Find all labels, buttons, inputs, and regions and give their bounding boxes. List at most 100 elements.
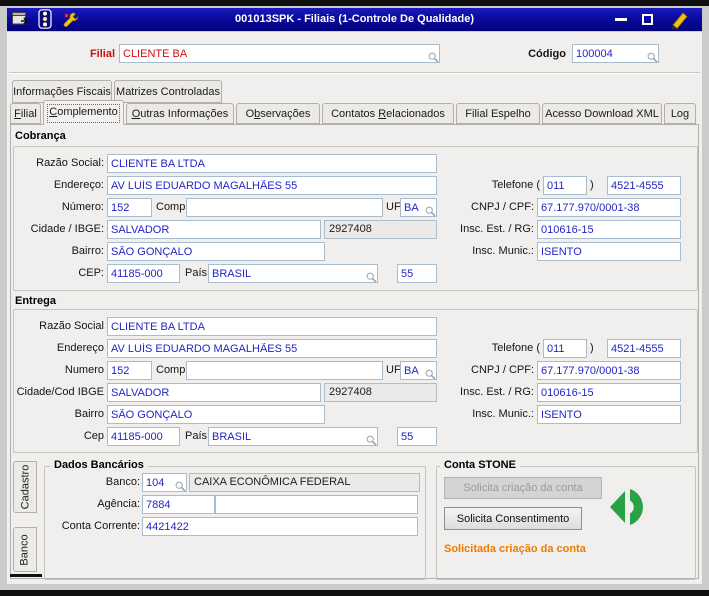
agencia-input[interactable] [142, 495, 215, 514]
banco-nome-readonly: CAIXA ECONÔMICA FEDERAL [189, 473, 420, 492]
cobranca-pais-cod-input[interactable] [397, 264, 437, 283]
titlebar[interactable]: 001013SPK - Filiais (1-Controle De Quali… [7, 8, 702, 31]
header-divider [9, 72, 700, 74]
entrega-cep-input[interactable] [107, 427, 180, 446]
magnifier-icon [366, 435, 377, 446]
pais-label: País [185, 267, 208, 279]
solicita-consentimento-button[interactable]: Solicita Consentimento [444, 507, 582, 530]
telefone-close-label: ) [590, 179, 594, 191]
entrega-pais-input[interactable] [208, 427, 378, 446]
stone-status-text: Solicitada criação da conta [444, 543, 586, 555]
entrega-insc-est-input[interactable] [537, 383, 681, 402]
entrega-numero-input[interactable] [107, 361, 152, 380]
numero-label: Numero [64, 364, 104, 376]
pais-label: País [185, 430, 208, 442]
insc-est-label: Insc. Est. / RG: [460, 223, 534, 235]
tab-matrizes-controladas[interactable]: Matrizes Controladas [114, 80, 222, 103]
side-tab-cadastro[interactable]: Cadastro [13, 461, 37, 513]
cobranca-compl-input[interactable] [186, 198, 383, 217]
tab-complemento[interactable]: Complemento [43, 100, 124, 125]
entrega-ibge-readonly: 2927408 [324, 383, 437, 402]
entrega-compl-input[interactable] [186, 361, 383, 380]
magnifier-icon [425, 369, 436, 380]
banco-label: Banco: [105, 476, 140, 488]
telefone-label: Telefone ( [491, 179, 540, 191]
entrega-cnpj-input[interactable] [537, 361, 681, 380]
tab-filial-espelho[interactable]: Filial Espelho [456, 103, 540, 124]
razao-social-label: Razão Social: [36, 157, 104, 169]
uf-label: UF [386, 364, 401, 376]
cobranca-uf-input[interactable] [400, 198, 437, 217]
maximize-icon[interactable] [642, 14, 653, 25]
cobranca-bairro-input[interactable] [107, 242, 325, 261]
window-title: 001013SPK - Filiais (1-Controle De Quali… [234, 13, 474, 25]
cobranca-telefone-input[interactable] [607, 176, 681, 195]
conta-corrente-input[interactable] [142, 517, 418, 536]
insc-est-label: Insc. Est. / RG: [460, 386, 534, 398]
cobranca-razao-social-input[interactable] [107, 154, 437, 173]
tab-observacoes[interactable]: Observações [236, 103, 320, 124]
insc-mun-label: Insc. Munic.: [472, 408, 534, 420]
telefone-label: Telefone ( [491, 342, 540, 354]
cnpj-label: CNPJ / CPF: [471, 364, 534, 376]
tab-log[interactable]: Log [664, 103, 696, 124]
cobranca-cidade-input[interactable] [107, 220, 321, 239]
cobranca-ibge-readonly: 2927408 [324, 220, 437, 239]
cobranca-cnpj-input[interactable] [537, 198, 681, 217]
cep-label: Cep [83, 430, 104, 442]
magnifier-icon [425, 206, 436, 217]
edit-pencil-icon[interactable] [667, 10, 689, 30]
tab-acesso-download-xml[interactable]: Acesso Download XML [542, 103, 662, 124]
dados-bancarios-title: Dados Bancários [50, 459, 148, 471]
razao-social-label: Razão Social [39, 320, 104, 332]
cidade-ibge-label: Cidade / IBGE: [30, 223, 104, 235]
telefone-close-label: ) [590, 342, 594, 354]
numero-label: Número: [61, 201, 104, 213]
entrega-cidade-input[interactable] [107, 383, 321, 402]
magnifier-icon [366, 272, 377, 283]
agencia-extra-input[interactable] [215, 495, 418, 514]
codigo-label: Código [528, 48, 566, 60]
side-tab-banco[interactable]: Banco [13, 527, 37, 572]
tab-filial[interactable]: Filial [10, 103, 41, 124]
entrega-pais-cod-input[interactable] [397, 427, 437, 446]
insc-mun-label: Insc. Munic.: [472, 245, 534, 257]
entrega-section-title: Entrega [15, 295, 56, 307]
tab-outras-informacoes[interactable]: Outras Informações [126, 103, 234, 124]
compl-label: Compl. [156, 201, 191, 213]
bairro-label: Bairro [74, 408, 104, 420]
agencia-label: Agência: [97, 498, 140, 510]
solicita-criacao-button[interactable]: Solicita criação da conta [444, 477, 602, 499]
cobranca-insc-est-input[interactable] [537, 220, 681, 239]
cobranca-ddd-input[interactable] [543, 176, 587, 195]
cep-label: CEP: [78, 267, 104, 279]
entrega-ddd-input[interactable] [543, 339, 587, 358]
entrega-telefone-input[interactable] [607, 339, 681, 358]
cobranca-cep-input[interactable] [107, 264, 180, 283]
filial-input[interactable] [119, 44, 440, 63]
endereco-label: Endereço [56, 342, 104, 354]
side-tab-indicator [10, 574, 42, 577]
cobranca-section-title: Cobrança [15, 130, 66, 142]
tab-contatos-relacionados[interactable]: Contatos Relacionados [322, 103, 454, 124]
cidade-ibge-label: Cidade/Cod IBGE [16, 386, 104, 398]
cobranca-pais-input[interactable] [208, 264, 378, 283]
cobranca-numero-input[interactable] [107, 198, 152, 217]
cobranca-insc-mun-input[interactable] [537, 242, 681, 261]
entrega-insc-mun-input[interactable] [537, 405, 681, 424]
entrega-bairro-input[interactable] [107, 405, 325, 424]
entrega-razao-social-input[interactable] [107, 317, 437, 336]
entrega-uf-input[interactable] [400, 361, 437, 380]
minimize-icon[interactable] [615, 18, 627, 21]
endereco-label: Endereço: [53, 179, 104, 191]
conta-stone-title: Conta STONE [440, 459, 520, 471]
banco-codigo-input[interactable] [142, 473, 187, 492]
entrega-endereco-input[interactable] [107, 339, 437, 358]
cobranca-endereco-input[interactable] [107, 176, 437, 195]
conta-corrente-label: Conta Corrente: [61, 520, 140, 532]
uf-label: UF [386, 201, 401, 213]
magnifier-icon [175, 481, 186, 492]
stone-logo-icon [609, 484, 653, 530]
codigo-input[interactable] [572, 44, 659, 63]
filial-label: Filial [89, 48, 115, 60]
